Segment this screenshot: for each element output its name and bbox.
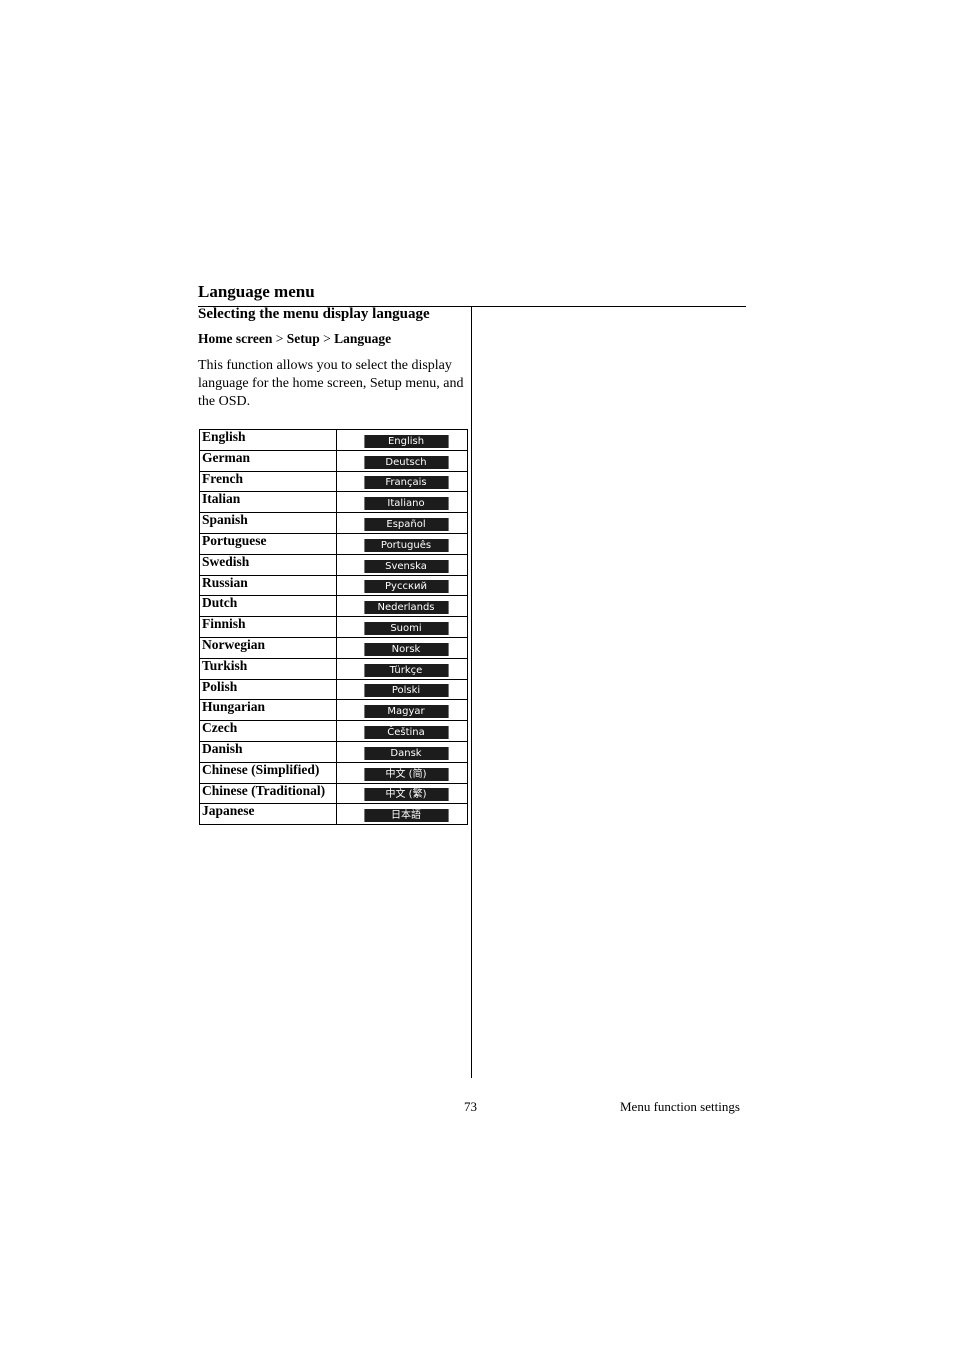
language-name: English (199, 429, 337, 451)
breadcrumb-item-home: Home screen (198, 331, 273, 346)
osd-language-label: Čeština (363, 726, 449, 740)
osd-preview-cell: Português (336, 532, 468, 555)
osd-preview-cell: Español (336, 512, 468, 534)
description: This function allows you to select the d… (198, 358, 464, 409)
language-name: Hungarian (199, 699, 337, 722)
osd-language-label: 中文 (简) (363, 767, 449, 781)
osd-preview-cell: Italiano (336, 491, 468, 514)
table-row: Japanese 日本語 (199, 803, 468, 826)
osd-preview-cell: 日本語 (336, 803, 468, 826)
breadcrumb-separator: > (323, 331, 331, 346)
table-row: Portuguese Português (199, 532, 468, 555)
language-name: Japanese (199, 803, 337, 826)
language-name: Norwegian (199, 636, 337, 659)
language-name: Chinese (Simplified) (199, 761, 337, 784)
osd-preview-cell: 中文 (简) (336, 761, 468, 784)
table-row: Polish Polski (199, 678, 468, 701)
table-row: Turkish Türkçe (199, 657, 468, 680)
osd-language-label: Norsk (363, 642, 449, 656)
osd-preview-cell: Magyar (336, 699, 468, 722)
table-row: Chinese (Traditional) 中文 (繁) (199, 782, 468, 805)
osd-language-label: Suomi (363, 622, 449, 636)
osd-language-label: Русский (363, 580, 449, 594)
language-name: German (199, 449, 337, 472)
osd-preview-cell: Polski (336, 678, 468, 701)
osd-preview-cell: English (336, 429, 468, 451)
language-table: English English German Deutsch French Françai… (199, 429, 468, 826)
osd-language-label: Português (363, 538, 449, 552)
osd-language-label: Svenska (363, 559, 449, 573)
table-row: Swedish Svenska (199, 553, 468, 576)
breadcrumb-item-setup: Setup (286, 331, 320, 346)
osd-language-label: Deutsch (363, 455, 449, 469)
osd-language-label: English (363, 434, 449, 448)
osd-preview-cell: 中文 (繁) (336, 782, 468, 805)
table-row: Danish Dansk (199, 740, 468, 763)
osd-preview-cell: Türkçe (336, 657, 468, 680)
osd-language-label: Español (363, 518, 449, 532)
osd-preview-cell: Русский (336, 574, 468, 597)
language-name: Spanish (199, 512, 337, 534)
osd-preview-cell: Norsk (336, 636, 468, 659)
language-name: Danish (199, 740, 337, 763)
language-name: Turkish (199, 657, 337, 680)
osd-language-label: Magyar (363, 705, 449, 719)
language-name: Polish (199, 678, 337, 701)
language-name: Dutch (199, 595, 337, 618)
osd-preview-cell: Čeština (336, 720, 468, 742)
table-row: French Français (199, 470, 468, 493)
osd-preview-cell: Deutsch (336, 449, 468, 472)
breadcrumb-separator: > (275, 331, 284, 346)
osd-language-label: Nederlands (363, 601, 449, 615)
osd-language-label: Français (363, 476, 449, 490)
osd-preview-cell: Suomi (336, 616, 468, 638)
table-row: Chinese (Simplified) 中文 (简) (199, 761, 468, 784)
language-name: Russian (199, 574, 337, 597)
subsection-title: Selecting the menu display language (198, 306, 430, 322)
table-row: Czech Čeština (199, 720, 468, 742)
osd-language-label: Polski (363, 684, 449, 698)
language-name: Czech (199, 720, 337, 742)
column-divider (471, 306, 472, 1078)
table-row: Russian Русский (199, 574, 468, 597)
breadcrumb-item-language: Language (334, 331, 392, 346)
table-row: Hungarian Magyar (199, 699, 468, 722)
osd-preview-cell: Nederlands (336, 595, 468, 618)
osd-language-label: 日本語 (363, 809, 449, 823)
osd-preview-cell: Svenska (336, 553, 468, 576)
osd-language-label: Türkçe (363, 663, 449, 677)
osd-preview-cell: Français (336, 470, 468, 493)
section-title: Language menu (198, 282, 315, 301)
language-name: Chinese (Traditional) (199, 782, 337, 805)
table-row: Italian Italiano (199, 491, 468, 514)
table-row: Spanish Español (199, 512, 468, 534)
page-number: 73 (464, 1099, 477, 1114)
table-row: Norwegian Norsk (199, 636, 468, 659)
breadcrumb: Home screen > Setup > Language (198, 331, 391, 347)
language-name: Portuguese (199, 532, 337, 555)
table-row: German Deutsch (199, 449, 468, 472)
osd-language-label: Dansk (363, 746, 449, 760)
language-name: Italian (199, 491, 337, 514)
osd-language-label: 中文 (繁) (363, 788, 449, 802)
table-row: English English (199, 429, 468, 451)
language-name: French (199, 470, 337, 493)
footer-chapter-title: Menu function settings (620, 1099, 740, 1114)
language-name: Finnish (199, 616, 337, 638)
osd-preview-cell: Dansk (336, 740, 468, 763)
language-name: Swedish (199, 553, 337, 576)
table-row: Dutch Nederlands (199, 595, 468, 618)
osd-language-label: Italiano (363, 497, 449, 511)
table-row: Finnish Suomi (199, 616, 468, 638)
